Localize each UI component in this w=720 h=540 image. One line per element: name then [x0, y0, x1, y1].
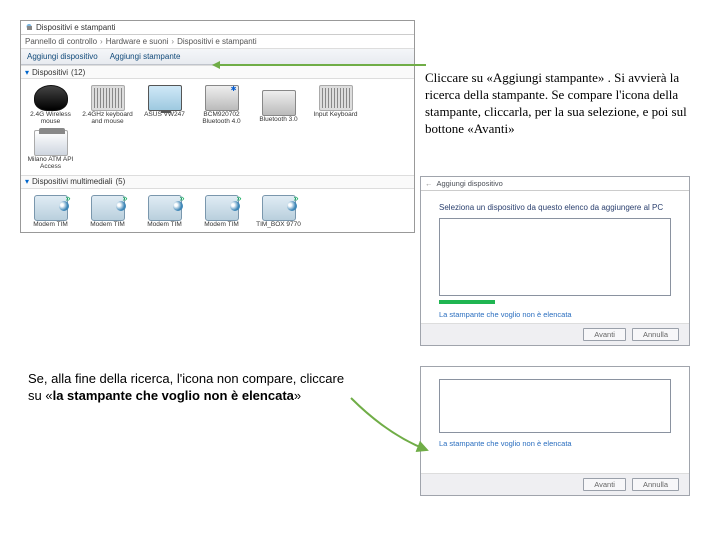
speak-icon [205, 195, 239, 221]
device-label: Modem TIM [33, 221, 68, 228]
dialog-footer: Avanti Annulla [421, 323, 689, 345]
printer-not-listed-link[interactable]: La stampante che voglio non è elencata [439, 310, 671, 319]
group-label: Dispositivi multimediali [32, 177, 112, 186]
device-item[interactable]: Modem TIM [137, 193, 192, 228]
add-device-button[interactable]: Aggiungi dispositivo [27, 52, 98, 61]
device-label: TIM_BOX 9770 [256, 221, 301, 228]
annotation-text-2: Se, alla fine della ricerca, l'icona non… [28, 371, 348, 405]
device-item[interactable]: Modem TIM [80, 193, 135, 228]
group-count: (5) [115, 177, 125, 186]
speak-icon [148, 195, 182, 221]
device-label: Modem TIM [147, 221, 182, 228]
cancel-button[interactable]: Annulla [632, 328, 679, 341]
back-arrow-icon[interactable]: ← [425, 179, 433, 188]
dialog-titlebar: ← Aggiungi dispositivo [421, 177, 689, 191]
group-count: (12) [71, 68, 85, 77]
speak-icon [91, 195, 125, 221]
device-label: Bluetooth 3.0 [259, 116, 297, 123]
chevron-down-icon: ▾ [25, 68, 29, 77]
device-item[interactable]: 2.4G Wireless mouse [23, 83, 78, 126]
devices-grid: 2.4G Wireless mouse2.4GHz keyboard and m… [21, 79, 414, 175]
speak-icon [262, 195, 296, 221]
next-button[interactable]: Avanti [583, 328, 626, 341]
device-listbox[interactable] [439, 379, 671, 433]
device-item[interactable]: BCM920702 Bluetooth 4.0 [194, 83, 249, 126]
add-device-dialog-1: ← Aggiungi dispositivo Seleziona un disp… [420, 176, 690, 346]
annotation-arrow-1 [216, 64, 426, 66]
device-item[interactable]: 2.4GHz keyboard and mouse [80, 83, 135, 126]
device-label: 2.4GHz keyboard and mouse [80, 111, 135, 126]
device-label: Input Keyboard [313, 111, 357, 118]
device-item[interactable]: Bluetooth 3.0 [251, 83, 306, 126]
device-item[interactable]: Modem TIM [194, 193, 249, 228]
crumb-hardware[interactable]: Hardware e suoni [106, 37, 174, 46]
next-button[interactable]: Avanti [583, 478, 626, 491]
add-printer-button[interactable]: Aggiungi stampante [110, 52, 181, 61]
mon-icon [148, 85, 182, 111]
bt-icon [205, 85, 239, 111]
group-header-multimedia[interactable]: ▾ Dispositivi multimediali (5) [21, 175, 414, 189]
dialog-footer: Avanti Annulla [421, 473, 689, 495]
annotation-text-1: Cliccare su «Aggiungi stampante» . Si av… [425, 70, 700, 138]
devices-and-printers-window: Dispositivi e stampanti Pannello di cont… [20, 20, 415, 233]
device-listbox[interactable] [439, 218, 671, 296]
device-item[interactable]: Milano ATM API Access [23, 128, 78, 171]
chevron-down-icon: ▾ [25, 177, 29, 186]
device-label: Modem TIM [90, 221, 125, 228]
media-grid: Modem TIM Modem TIM Modem TIM Modem TIM TIM_… [21, 189, 414, 232]
speak-icon [34, 195, 68, 221]
window-titlebar: Dispositivi e stampanti [21, 21, 414, 35]
window-title: Dispositivi e stampanti [36, 23, 116, 32]
device-item[interactable]: ASUS VW247 [137, 83, 192, 126]
kb-icon [319, 85, 353, 111]
device-label: Modem TIM [204, 221, 239, 228]
printer-not-listed-link[interactable]: La stampante che voglio non è elencata [439, 439, 671, 448]
dialog-title: Aggiungi dispositivo [437, 179, 503, 188]
tim-icon [34, 130, 68, 156]
kb-icon [91, 85, 125, 111]
annotation-arrow-2 [349, 396, 431, 456]
device-label: 2.4G Wireless mouse [23, 111, 78, 126]
device-item[interactable]: Input Keyboard [308, 83, 363, 126]
device-label: Milano ATM API Access [23, 156, 78, 171]
bt2-icon [262, 90, 296, 116]
dialog-prompt: Seleziona un dispositivo da questo elenc… [439, 203, 671, 212]
crumb-control-panel[interactable]: Pannello di controllo [25, 37, 103, 46]
crumb-devices[interactable]: Dispositivi e stampanti [177, 37, 260, 46]
breadcrumb[interactable]: Pannello di controllo Hardware e suoni D… [21, 35, 414, 49]
device-item[interactable]: TIM_BOX 9770 [251, 193, 306, 228]
group-label: Dispositivi [32, 68, 68, 77]
add-device-dialog-2: La stampante che voglio non è elencata A… [420, 366, 690, 496]
devices-icon [25, 24, 33, 32]
device-label: BCM920702 Bluetooth 4.0 [194, 111, 249, 126]
cancel-button[interactable]: Annulla [632, 478, 679, 491]
mouse-icon [34, 85, 68, 111]
progress-bar [439, 300, 495, 304]
device-item[interactable]: Modem TIM [23, 193, 78, 228]
